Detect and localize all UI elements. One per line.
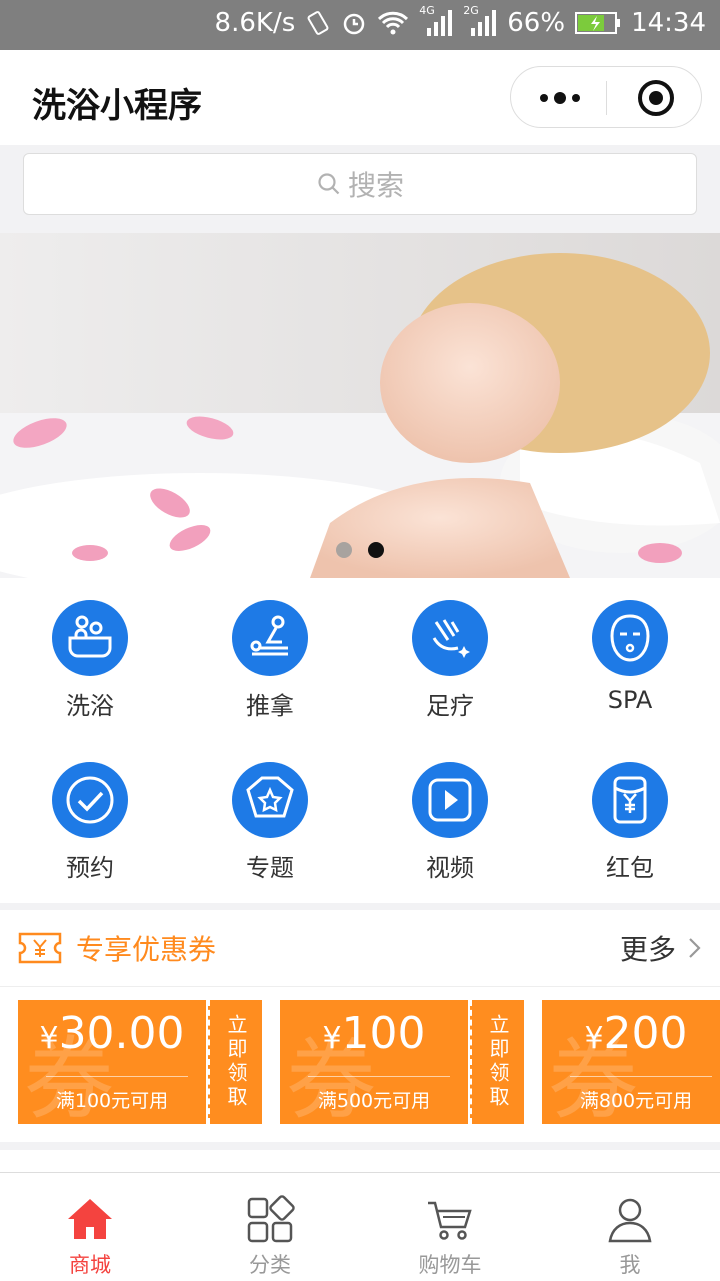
home-icon [68, 1199, 112, 1239]
capsule-divider [606, 81, 607, 115]
carousel-indicator [0, 542, 720, 558]
signal-4g-icon: 4G [419, 4, 453, 38]
category-topic[interactable]: 专题 [180, 762, 360, 902]
currency-symbol: ¥ [39, 1021, 59, 1056]
tab-label: 我 [619, 1253, 641, 1277]
category-label: 洗浴 [66, 692, 114, 720]
category-label: 视频 [426, 854, 474, 882]
currency-symbol: ¥ [584, 1021, 604, 1056]
coupon-card[interactable]: 券 ¥100 满500元可用 立即领取 [280, 1000, 524, 1124]
more-options-icon[interactable] [537, 83, 583, 113]
network-speed: 8.6K/s [214, 8, 296, 38]
massage-icon [250, 615, 288, 656]
section-title: 专享优惠券 [76, 933, 217, 966]
coupon-amount: ¥30.00 [18, 1008, 206, 1059]
category-red-envelope[interactable]: 红包 [540, 762, 720, 902]
category-icon [247, 1195, 295, 1243]
battery-charging-icon [575, 12, 621, 34]
category-massage[interactable]: 推拿 [180, 600, 360, 740]
chevron-right-icon [689, 938, 701, 958]
claim-label: 立即领取 [224, 1014, 248, 1110]
cart-icon [428, 1201, 472, 1240]
coupon-header: 专享优惠券 更多 [0, 910, 720, 987]
category-bathing[interactable]: 洗浴 [0, 600, 180, 740]
claim-coupon-button[interactable]: 立即领取 [208, 1000, 262, 1124]
navigation-bar: 洗浴小程序 [0, 50, 720, 145]
page-title: 洗浴小程序 [32, 86, 202, 126]
banner-carousel[interactable] [0, 233, 720, 578]
coupon-card[interactable]: 券 ¥30.00 满100元可用 立即领取 [18, 1000, 262, 1124]
claim-label: 立即领取 [486, 1014, 510, 1110]
coupon-divider [308, 1076, 450, 1077]
play-icon [428, 778, 472, 822]
coupon-amount: ¥200 [542, 1008, 720, 1059]
status-bar: 8.6K/s 4G 2G 66% 14:34 [0, 0, 720, 50]
category-booking[interactable]: 预约 [0, 762, 180, 902]
category-label: 足疗 [426, 692, 474, 720]
coupon-divider [46, 1076, 188, 1077]
currency-symbol: ¥ [322, 1021, 342, 1056]
coupon-divider [570, 1076, 712, 1077]
category-label: 推拿 [246, 692, 294, 720]
coupon-condition: 满100元可用 [55, 1090, 169, 1112]
claim-coupon-button[interactable]: 立即领取 [470, 1000, 524, 1124]
category-label: 预约 [66, 854, 114, 882]
tab-profile[interactable]: 我 [540, 1173, 720, 1281]
more-coupons-link[interactable]: 更多 [620, 928, 702, 968]
tab-label: 分类 [249, 1253, 291, 1277]
tab-category[interactable]: 分类 [180, 1173, 360, 1281]
search-placeholder: 搜索 [347, 169, 404, 202]
tab-label: 商城 [69, 1253, 111, 1277]
signal-2g-icon: 2G [463, 4, 497, 38]
category-video[interactable]: 视频 [360, 762, 540, 902]
carousel-dot-active[interactable] [368, 542, 384, 558]
coupon-ticket-icon [18, 932, 62, 964]
search-area: 搜索 [0, 145, 720, 233]
coupon-main: 券 ¥100 满500元可用 [280, 1000, 468, 1124]
coupon-condition: 满500元可用 [317, 1090, 431, 1112]
amount-value: 200 [603, 1008, 688, 1059]
alarm-icon [344, 13, 365, 35]
amount-value: 30.00 [58, 1008, 185, 1059]
banner-image [0, 233, 720, 578]
bottom-tab-bar: 商城 分类 购物车 我 [0, 1172, 720, 1281]
category-spa[interactable]: SPA [540, 600, 720, 740]
coupon-main: 券 ¥200 满800元可用 [542, 1000, 720, 1124]
vibrate-icon [307, 11, 329, 35]
coupon-amount: ¥100 [280, 1008, 468, 1059]
coupon-section: 专享优惠券 更多 券 ¥30.00 满100元可用 立即领取 券 ¥100 满5… [0, 910, 720, 1142]
face-mask-icon [610, 614, 650, 662]
category-label: 专题 [246, 854, 294, 882]
coupon-card[interactable]: 券 ¥200 满800元可用 [542, 1000, 720, 1124]
red-envelope-icon [613, 776, 647, 824]
clock: 14:34 [631, 8, 706, 38]
mini-program-capsule [510, 66, 702, 128]
net-type-label: 4G [419, 4, 435, 17]
star-badge-icon [246, 776, 294, 818]
check-circle-icon [66, 776, 114, 824]
category-label: SPA [607, 686, 653, 714]
close-mini-program-icon[interactable] [637, 79, 675, 117]
foot-therapy-icon [432, 619, 470, 658]
bathtub-icon [68, 615, 112, 658]
search-icon [318, 173, 340, 195]
more-label: 更多 [619, 933, 676, 966]
battery-percent: 66% [507, 8, 566, 38]
wifi-icon [378, 11, 409, 35]
category-grid: 洗浴 推拿 足疗 SPA 预约 专题 视频 红包 [0, 578, 720, 903]
tab-cart[interactable]: 购物车 [360, 1173, 540, 1281]
user-icon [608, 1198, 652, 1243]
amount-value: 100 [341, 1008, 426, 1059]
tab-label: 购物车 [418, 1253, 482, 1277]
category-label: 红包 [606, 854, 654, 882]
carousel-dot[interactable] [336, 542, 352, 558]
coupon-condition: 满800元可用 [579, 1090, 693, 1112]
coupon-main: 券 ¥30.00 满100元可用 [18, 1000, 206, 1124]
search-input[interactable]: 搜索 [23, 153, 697, 215]
tab-mall[interactable]: 商城 [0, 1173, 180, 1281]
net-type-label: 2G [463, 4, 479, 17]
category-foot-therapy[interactable]: 足疗 [360, 600, 540, 740]
